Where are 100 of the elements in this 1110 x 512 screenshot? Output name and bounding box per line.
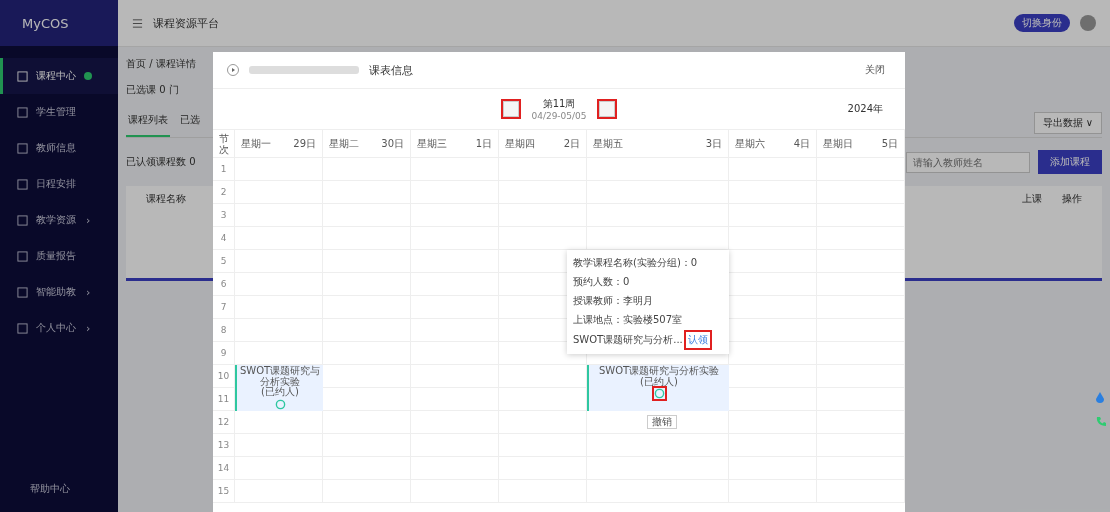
close-button[interactable]: 关闭 [859,62,891,78]
weekday-label: 星期四 [505,136,535,151]
sidebar-item[interactable]: 学生管理 [0,94,118,130]
sidebar-item[interactable]: 质量报告 [0,238,118,274]
circle-icon[interactable] [274,398,286,410]
filter-text: 已认领课程数 0 [126,155,196,169]
menu-item-icon [17,142,28,154]
tooltip: 撤销 [647,414,677,429]
date-label: 3日 [705,136,722,151]
search-field[interactable]: 请输入教师姓名 [906,151,1030,173]
sidebar-item[interactable]: 智能助教 › [0,274,118,310]
schedule-cell[interactable] [817,411,905,434]
weekday-label: 星期日 [823,136,853,151]
period-number: 6 [213,273,235,296]
app-title: 课程资源平台 [153,15,219,31]
role-badge[interactable]: 切换身份 [1014,14,1070,32]
sidebar-item[interactable]: 日程安排 [0,166,118,202]
schedule-cell[interactable] [817,227,905,250]
sidebar-item[interactable]: 教师信息 [0,130,118,166]
date-label: 4日 [793,136,810,151]
menu-item-icon [17,250,28,262]
info-line: 上课地点：实验楼507室 [573,313,684,327]
menu-item-icon [17,70,28,82]
sidebar-item[interactable]: 课程中心 [0,58,118,94]
date-label: 30日 [381,136,404,151]
sidebar-item[interactable]: 教学资源 › [0,202,118,238]
date-label: 29日 [293,136,316,151]
chevron: › [86,321,91,335]
menu-icon[interactable] [132,17,143,29]
info-line: 教学课程名称(实验分组)：0 [573,256,699,270]
tab[interactable]: 已选 [178,109,202,137]
add-button[interactable]: 添加课程 [1038,150,1102,174]
period-number: 1 [213,158,235,181]
course-event[interactable]: SWOT课题研究与分析实验 (已约人) [235,365,323,411]
schedule-cell[interactable] [729,227,817,250]
event-title: SWOT课题研究与分析实验 [598,366,720,376]
info-line: 授课教师：李明月 [573,294,654,308]
column-header: 节次 [218,132,229,155]
date-label: 2日 [563,136,580,151]
weekday-label: 星期六 [735,136,765,151]
schedule-cell[interactable] [817,365,905,388]
period-number: 4 [213,227,235,250]
period-number: 7 [213,296,235,319]
help-link[interactable]: 帮助中心 [0,482,118,512]
previous-week-button[interactable] [503,101,520,117]
summary-text: 已选课 0 门 [126,83,179,97]
info-line: SWOT课题研究与分析... [573,333,683,347]
play-icon[interactable] [227,64,239,76]
tab[interactable]: 课程列表 [126,109,170,137]
year-label: 2024年 [847,102,883,116]
date-label: 1日 [475,136,492,151]
menu-item-icon [17,178,28,190]
weekday-label: 星期二 [329,136,359,151]
phone-icon[interactable] [1096,416,1106,426]
period-number: 8 [213,319,235,342]
circle-icon[interactable] [653,388,665,399]
period-number: 14 [213,457,235,480]
menu-item-icon [17,106,28,118]
drop-icon[interactable] [1096,392,1104,404]
period-number: 9 [213,342,235,365]
schedule-cell[interactable] [817,204,905,227]
next-week-button[interactable] [598,101,615,117]
period-number: 12 [213,411,235,434]
period-number: 2 [213,181,235,204]
event-note: (已约人) [261,387,299,398]
schedule-cell[interactable] [817,319,905,342]
claim-button[interactable]: 认领 [685,332,710,348]
date-label: 5日 [881,136,898,151]
weekday-label: 星期五 [593,136,623,151]
weekday-label: 星期三 [417,136,447,151]
sidebar-item[interactable]: 个人中心 › [0,310,118,346]
schedule-cell[interactable] [499,411,587,434]
schedule-cell[interactable] [817,457,905,480]
avatar[interactable] [1080,15,1096,31]
menu-item-icon [17,322,28,334]
schedule-cell[interactable] [817,480,905,503]
event-title: SWOT课题研究与分析实验 [238,366,322,387]
dialog-title: 课表信息 [369,62,413,78]
period-number: 15 [213,480,235,503]
period-number: 5 [213,250,235,273]
logo: MyCOS [0,0,118,46]
week-label: 第11周 [542,97,576,111]
schedule-cell[interactable] [817,388,905,411]
date-range: 04/29-05/05 [531,111,587,121]
schedule-cell[interactable] [817,250,905,273]
menu-item-icon [17,286,28,298]
weekday-label: 星期一 [241,136,271,151]
schedule-cell[interactable] [817,158,905,181]
export-button[interactable]: 导出数据 ∨ [1033,112,1102,134]
breadcrumb: 首页 / 课程详情 [126,57,196,71]
schedule-cell[interactable] [817,342,905,365]
chevron: › [86,213,91,227]
menu-item-icon [17,214,28,226]
event-note: (已约人) [640,376,678,387]
period-number: 3 [213,204,235,227]
period-number: 13 [213,434,235,457]
schedule-cell[interactable] [817,181,905,204]
schedule-cell[interactable] [817,273,905,296]
schedule-cell[interactable] [817,434,905,457]
schedule-cell[interactable] [817,296,905,319]
